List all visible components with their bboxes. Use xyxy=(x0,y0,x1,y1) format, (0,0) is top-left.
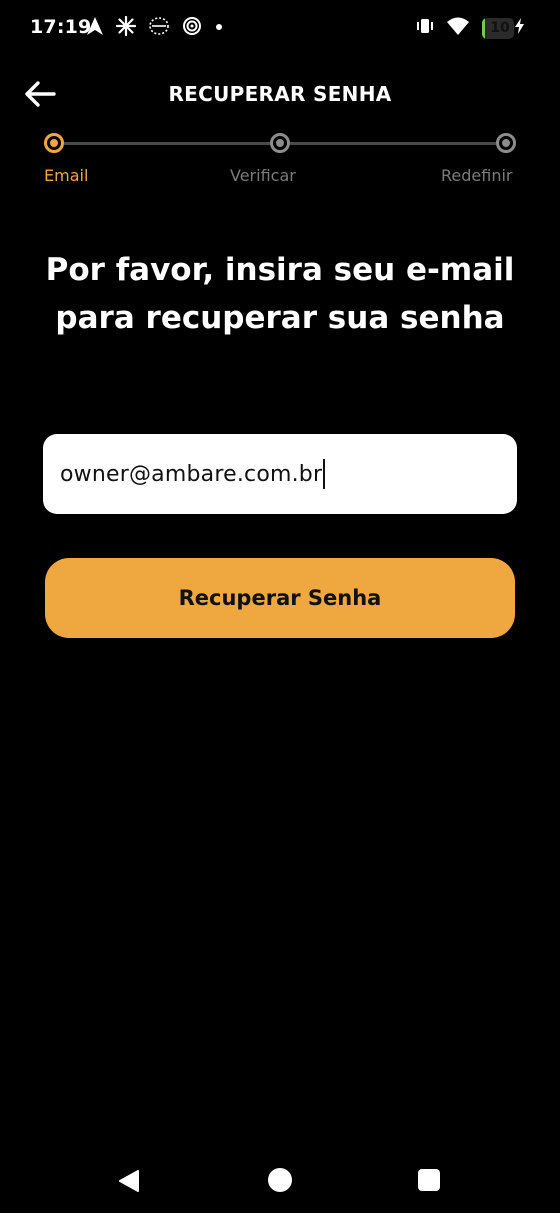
step-label-verify: Verificar xyxy=(230,166,296,185)
nav-recents-icon[interactable] xyxy=(418,1169,440,1191)
instruction-heading: Por favor, insira seu e-mail para recupe… xyxy=(45,252,515,336)
step-label-email: Email xyxy=(44,166,89,185)
step-indicator-reset xyxy=(496,133,516,153)
text-cursor xyxy=(323,459,326,489)
password-recovery-screen: 17:19 10 RECUPERAR SENHA Email Verificar… xyxy=(0,0,560,1213)
step-label-reset: Redefinir xyxy=(441,166,513,185)
satellite-icon xyxy=(148,16,170,36)
navigation-arrow-icon xyxy=(86,16,104,36)
nav-home-icon[interactable] xyxy=(268,1168,292,1192)
sparkle-icon xyxy=(116,16,136,36)
vibrate-icon xyxy=(416,16,434,40)
charging-bolt-icon xyxy=(515,18,524,38)
wifi-icon xyxy=(446,16,470,40)
page-title: RECUPERAR SENHA xyxy=(168,82,392,106)
step-indicator-verify xyxy=(270,133,290,153)
status-time: 17:19 xyxy=(30,16,92,38)
email-value: owner@ambare.com.br xyxy=(60,461,323,487)
status-bar: 17:19 10 xyxy=(0,0,560,56)
nav-back-icon[interactable] xyxy=(116,1168,142,1198)
step-connector xyxy=(290,142,496,145)
battery-level: 10 xyxy=(490,19,510,36)
recover-password-button[interactable]: Recuperar Senha xyxy=(45,558,515,638)
notification-dot-icon xyxy=(214,16,224,36)
recover-password-label: Recuperar Senha xyxy=(178,586,382,610)
email-field[interactable]: owner@ambare.com.br xyxy=(43,434,517,514)
status-icons-left xyxy=(86,16,224,36)
battery-icon: 10 xyxy=(482,17,524,39)
hotspot-icon xyxy=(182,16,202,36)
step-connector xyxy=(64,142,270,145)
system-nav-bar xyxy=(0,1146,560,1213)
status-icons-right: 10 xyxy=(416,16,524,40)
step-indicator-email xyxy=(44,133,64,153)
